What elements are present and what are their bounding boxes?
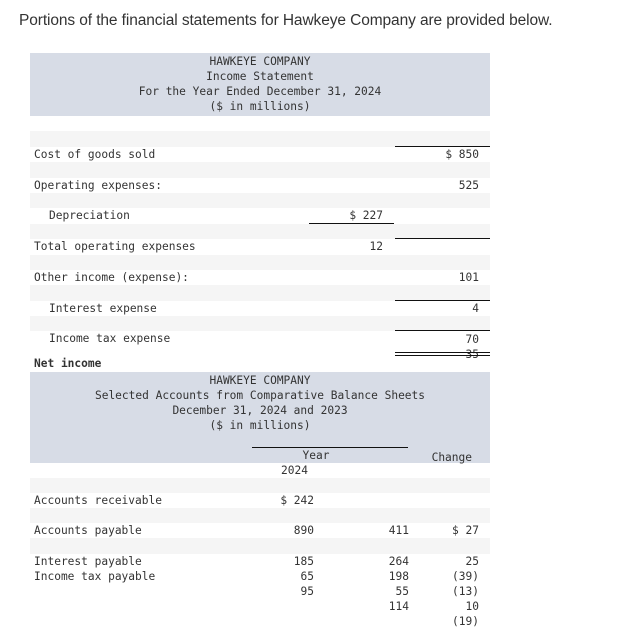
- column-header-row: 2024 2023 Change: [30, 448, 490, 492]
- year-header-row: Year: [30, 433, 490, 462]
- row-income-tax-payable: Income tax payable 95 114 (19): [30, 554, 490, 628]
- row-total-operating-expenses: Total operating expenses 424: [30, 223, 490, 269]
- row-cogs: Cost of goods sold 325: [30, 131, 490, 176]
- value-change: 10: [465, 599, 479, 613]
- company-name: HAWKEYE COMPANY: [209, 55, 311, 68]
- income-statement-table: HAWKEYE COMPANY Income Statement For the…: [30, 53, 490, 392]
- statement-units: ($ in millions): [209, 419, 311, 432]
- row-accounts-payable: Accounts payable 225 264 (39): [30, 508, 490, 583]
- row-loss-on-sale-of-land: Loss on sale of land 12: [30, 208, 490, 253]
- row-gross-margin: Gross margin 525: [30, 147, 490, 191]
- row-cash: Cash $ 242 $ 215 $ 27: [30, 463, 490, 537]
- row-income-tax-expense: Income tax expense 35: [30, 316, 490, 361]
- row-salaries: Salaries $ 227: [30, 178, 490, 222]
- double-underline: [395, 352, 490, 357]
- statement-period: For the Year Ended December 31, 2024: [138, 85, 382, 98]
- row-operating-income: Operating income 101: [30, 239, 490, 284]
- intro-text: Portions of the financial statements for…: [19, 12, 553, 29]
- row-depreciation: Depreciation 185: [30, 192, 490, 238]
- value-2024: 65: [300, 569, 314, 583]
- row-interest-expense: Interest expense (35): [30, 285, 490, 330]
- statement-units: ($ in millions): [209, 100, 311, 113]
- value-2023: 55: [395, 584, 409, 598]
- balance-sheet-header: HAWKEYE COMPANY Selected Accounts from C…: [30, 372, 490, 492]
- income-statement-header: HAWKEYE COMPANY Income Statement For the…: [30, 53, 490, 116]
- value-change: (19): [452, 614, 479, 628]
- value-2023: 114: [388, 599, 409, 613]
- row-sales: Sales $ 850: [30, 116, 490, 160]
- row-operating-expenses-heading: Operating expenses:: [30, 162, 490, 192]
- statement-period: December 31, 2024 and 2023: [172, 404, 348, 417]
- row-gain-on-sale: Gain on sale of cash equivalents 4: [30, 270, 490, 314]
- balance-sheet-table: HAWKEYE COMPANY Selected Accounts from C…: [30, 372, 490, 628]
- row-other-income-heading: Other income (expense):: [30, 254, 490, 284]
- row-label: Income tax payable: [34, 569, 156, 583]
- statement-title: Income Statement: [206, 70, 314, 83]
- row-interest-payable: Interest payable 65 55 10: [30, 538, 490, 613]
- row-net-income: Net income $ 35: [30, 331, 490, 392]
- statement-title: Selected Accounts from Comparative Balan…: [94, 389, 426, 402]
- value-change: (13): [452, 584, 479, 598]
- row-salaries-payable: Salaries payable 185 198 (13): [30, 523, 490, 597]
- value-change: (39): [452, 569, 479, 583]
- value-2023: 198: [388, 569, 409, 583]
- row-income-before-tax: Income before tax 70: [30, 301, 490, 345]
- company-name: HAWKEYE COMPANY: [209, 374, 311, 387]
- row-inventory: Inventory 890 865 25: [30, 493, 490, 567]
- value-2024: 95: [300, 584, 314, 598]
- row-accounts-receivable: Accounts receivable 390 411 (21): [30, 478, 490, 552]
